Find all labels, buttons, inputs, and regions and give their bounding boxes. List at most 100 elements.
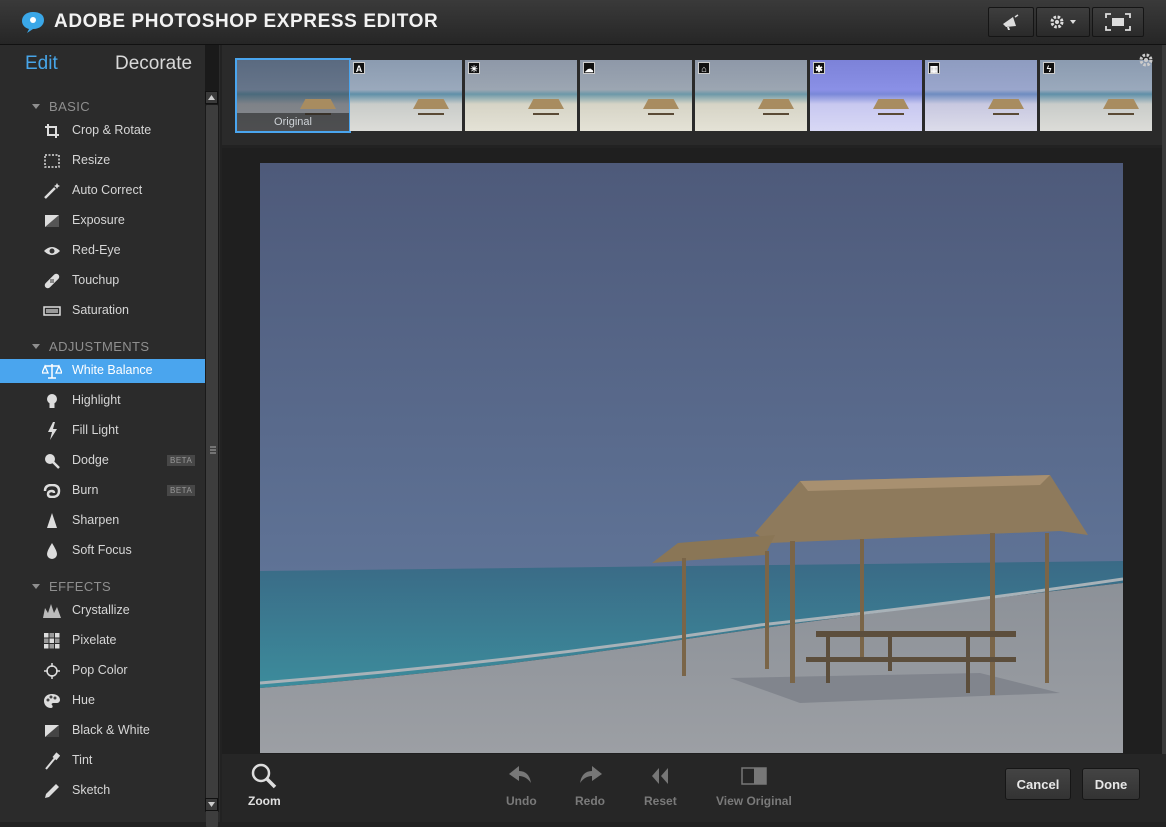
tool-red-eye[interactable]: Red-Eye: [0, 239, 205, 263]
title-bar: ADOBE PHOTOSHOP EXPRESS EDITOR: [0, 0, 1166, 45]
tool-label: Auto Correct: [72, 183, 143, 197]
settings-menu-button[interactable]: [1036, 7, 1090, 37]
tool-hue[interactable]: Hue: [0, 689, 205, 713]
tool-label: Resize: [72, 153, 111, 167]
bandage-icon: [42, 272, 62, 290]
tool-white-balance[interactable]: White Balance: [0, 359, 205, 383]
tool-crop-rotate[interactable]: Crop & Rotate: [0, 119, 205, 143]
lightning-icon: [42, 422, 62, 440]
section-adjustments-header[interactable]: ADJUSTMENTS: [32, 339, 149, 354]
preset-thumbnail[interactable]: ▦: [925, 60, 1037, 131]
tool-sketch[interactable]: Sketch: [0, 779, 205, 803]
thumbnail-table: [418, 113, 444, 121]
thumbnail-table: [993, 113, 1019, 121]
thumbnail-hut: [873, 99, 909, 109]
megaphone-button[interactable]: [988, 7, 1034, 37]
scroll-up-button[interactable]: [205, 91, 218, 104]
tool-label: Burn: [72, 483, 99, 497]
tool-burn[interactable]: Burn BETA: [0, 479, 205, 503]
thumbnail-label: Original: [237, 113, 349, 131]
app-logo-icon: [22, 12, 44, 33]
preset-thumbnail[interactable]: ϟ: [1040, 60, 1152, 131]
tool-fill-light[interactable]: Fill Light: [0, 419, 205, 443]
undo-button[interactable]: Undo: [506, 764, 537, 808]
tool-pop-color[interactable]: Pop Color: [0, 659, 205, 683]
tab-decorate[interactable]: Decorate: [115, 53, 192, 75]
preset-thumbnail[interactable]: ☁: [580, 60, 692, 131]
preset-thumbnail-original[interactable]: Original: [235, 58, 351, 133]
tool-label: Sharpen: [72, 513, 120, 527]
zoom-label: Zoom: [248, 794, 281, 808]
section-basic-header[interactable]: BASIC: [32, 99, 90, 114]
right-edge-divider: [1162, 45, 1166, 755]
tool-label: Pixelate: [72, 633, 117, 647]
resize-icon: [42, 152, 62, 170]
cloud-icon: ☁: [583, 62, 595, 74]
tool-auto-correct[interactable]: Auto Correct: [0, 179, 205, 203]
tool-exposure[interactable]: Exposure: [0, 209, 205, 233]
undo-label: Undo: [506, 794, 537, 808]
shade-icon: ⌂: [698, 62, 710, 74]
pencil-icon: [42, 782, 62, 800]
thumbnail-hut: [528, 99, 564, 109]
scroll-thumb[interactable]: [206, 105, 218, 827]
tool-soft-focus[interactable]: Soft Focus: [0, 539, 205, 563]
tool-label: Soft Focus: [72, 543, 132, 557]
reset-label: Reset: [644, 794, 677, 808]
fluorescent-icon: ▦: [928, 62, 940, 74]
reset-button[interactable]: Reset: [644, 764, 677, 808]
fullscreen-button[interactable]: [1092, 7, 1144, 37]
tool-tint[interactable]: Tint: [0, 749, 205, 773]
redo-button[interactable]: Redo: [575, 764, 605, 808]
done-button[interactable]: Done: [1082, 768, 1140, 800]
bottom-toolbar: Zoom Undo Redo Reset View Original Cance…: [222, 754, 1166, 822]
preset-thumbnail[interactable]: ☀: [465, 60, 577, 131]
arrow-up-icon: [208, 95, 215, 100]
tool-touchup[interactable]: Touchup: [0, 269, 205, 293]
tab-edit[interactable]: Edit: [25, 53, 58, 75]
auto-badge-icon: A: [353, 62, 365, 74]
thumbnail-hut: [300, 99, 336, 109]
tool-dodge[interactable]: Dodge BETA: [0, 449, 205, 473]
sharpen-icon: [42, 512, 62, 530]
cancel-button[interactable]: Cancel: [1005, 768, 1071, 800]
thumbnail-hut: [413, 99, 449, 109]
preset-thumbnail[interactable]: ⌂: [695, 60, 807, 131]
pixelate-icon: [42, 632, 62, 650]
redo-label: Redo: [575, 794, 605, 808]
tool-saturation[interactable]: Saturation: [0, 299, 205, 323]
zoom-button[interactable]: Zoom: [248, 763, 281, 808]
dropper-icon: [42, 752, 62, 770]
arrow-down-icon: [208, 802, 215, 807]
tool-label: Sketch: [72, 783, 111, 797]
tool-label: Red-Eye: [72, 243, 121, 257]
tool-label: White Balance: [72, 363, 153, 377]
tool-resize[interactable]: Resize: [0, 149, 205, 173]
section-effects-header[interactable]: EFFECTS: [32, 579, 111, 594]
tool-pixelate[interactable]: Pixelate: [0, 629, 205, 653]
black-white-icon: [42, 722, 62, 740]
dodge-icon: [42, 452, 62, 470]
sun-icon: ☀: [468, 62, 480, 74]
tool-label: Highlight: [72, 393, 121, 407]
tool-label: Touchup: [72, 273, 120, 287]
scroll-down-button[interactable]: [205, 798, 218, 811]
sidebar: Edit Decorate BASIC Crop & Rotate Resize…: [0, 45, 220, 822]
tool-black-white[interactable]: Black & White: [0, 719, 205, 743]
beach-photo[interactable]: [260, 163, 1123, 753]
preset-thumbnail[interactable]: A: [350, 60, 462, 131]
drop-icon: [42, 542, 62, 560]
sidebar-scrollbar[interactable]: [205, 45, 219, 827]
thumbnail-hut: [988, 99, 1024, 109]
tungsten-icon: ✱: [813, 62, 825, 74]
preset-thumbnail[interactable]: ✱: [810, 60, 922, 131]
tool-crystallize[interactable]: Crystallize: [0, 599, 205, 623]
tool-highlight[interactable]: Highlight: [0, 389, 205, 413]
rewind-icon: [650, 764, 670, 788]
crystallize-icon: [42, 602, 62, 620]
eye-icon: [42, 242, 62, 260]
scales-icon: [42, 362, 62, 380]
tool-sharpen[interactable]: Sharpen: [0, 509, 205, 533]
filmstrip-gear-icon[interactable]: [1138, 52, 1154, 68]
view-original-button[interactable]: View Original: [716, 764, 792, 808]
